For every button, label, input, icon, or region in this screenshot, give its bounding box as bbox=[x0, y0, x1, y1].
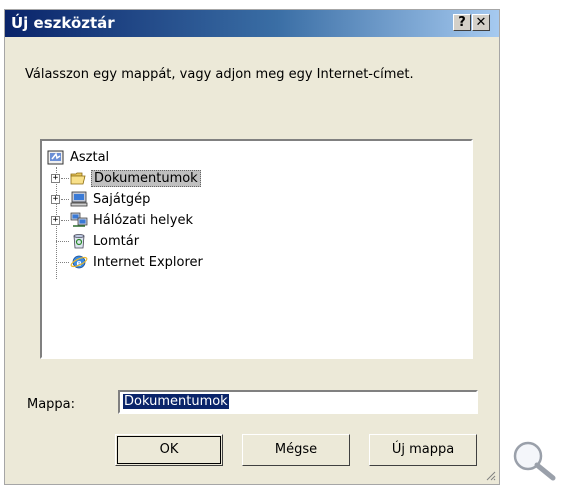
expand-toggle[interactable]: + bbox=[51, 216, 60, 225]
ie-icon: e bbox=[70, 254, 88, 270]
resize-grip-icon[interactable] bbox=[484, 469, 496, 481]
tree-connector bbox=[56, 241, 69, 242]
tree-item-network-places[interactable]: Hálózati helyek bbox=[70, 211, 195, 229]
folder-field-label: Mappa: bbox=[27, 397, 76, 412]
tree-item-label: Hálózati helyek bbox=[93, 212, 194, 228]
title-bar[interactable]: Új eszköztár ? ✕ bbox=[5, 10, 499, 37]
expand-toggle[interactable]: + bbox=[51, 195, 60, 204]
expand-toggle[interactable]: + bbox=[51, 174, 60, 183]
tree-connector bbox=[61, 220, 69, 221]
tree-item-label: Dokumentumok bbox=[91, 169, 201, 187]
instruction-text: Válasszon egy mappát, vagy adjon meg egy… bbox=[25, 67, 414, 82]
cancel-button[interactable]: Mégse bbox=[242, 434, 350, 466]
folder-input-value: Dokumentumok bbox=[123, 394, 229, 409]
tree-item-label: Sajátgép bbox=[93, 191, 151, 207]
new-folder-button[interactable]: Új mappa bbox=[369, 434, 477, 466]
tree-item-label: Asztal bbox=[70, 149, 110, 165]
tree-item-documents[interactable]: Dokumentumok bbox=[70, 169, 201, 187]
tree-connector bbox=[61, 199, 69, 200]
tree-item-label: Lomtár bbox=[93, 233, 140, 249]
tree-connector bbox=[61, 178, 69, 179]
dialog-title: Új eszköztár bbox=[11, 14, 115, 32]
help-button[interactable]: ? bbox=[453, 14, 471, 31]
tree-item-internet-explorer[interactable]: e Internet Explorer bbox=[70, 253, 205, 271]
folder-input[interactable]: Dokumentumok bbox=[118, 390, 478, 414]
tree-item-label: Internet Explorer bbox=[93, 254, 203, 270]
recycle-bin-icon bbox=[70, 233, 88, 249]
folder-open-icon bbox=[70, 170, 88, 186]
desktop-icon bbox=[47, 149, 65, 165]
tree-connector bbox=[56, 262, 69, 263]
tree-item-recycle-bin[interactable]: Lomtár bbox=[70, 232, 141, 250]
network-icon bbox=[70, 212, 88, 228]
new-toolbar-dialog: Új eszköztár ? ✕ Válasszon egy mappát, v… bbox=[4, 9, 500, 485]
tree-item-desktop[interactable]: Asztal bbox=[47, 148, 111, 166]
ok-button[interactable]: OK bbox=[115, 434, 223, 466]
tree-item-my-computer[interactable]: Sajátgép bbox=[70, 190, 152, 208]
new-folder-label: Új mappa bbox=[391, 442, 455, 457]
magnifier-icon[interactable] bbox=[508, 436, 560, 482]
close-button[interactable]: ✕ bbox=[472, 14, 490, 31]
folder-tree[interactable]: Asztal + Dokumentumok + Sajátgép + Hálóz… bbox=[40, 139, 473, 359]
computer-icon bbox=[70, 191, 88, 207]
